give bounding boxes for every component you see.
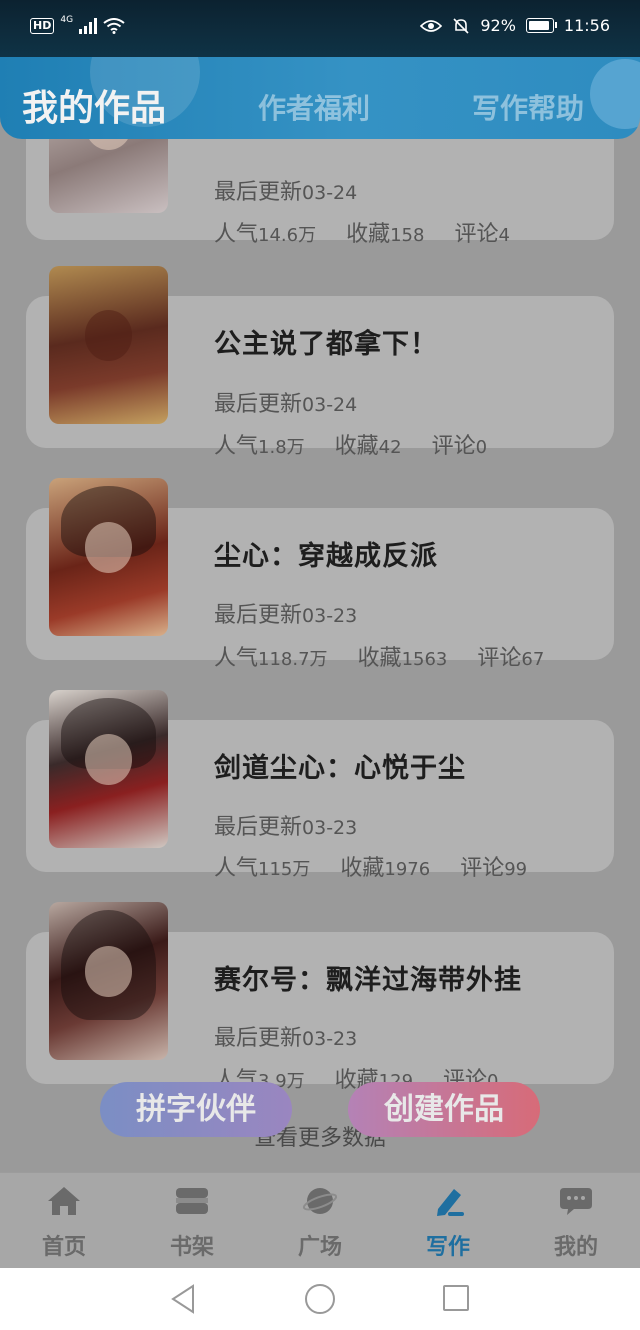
work-stats: 人气14.6万 收藏158 评论4 xyxy=(214,222,510,247)
last-update: 最后更新03-23 xyxy=(214,815,358,840)
work-title[interactable]: 剑道尘心：心悦于尘 xyxy=(214,746,466,785)
chat-bubble-icon xyxy=(560,1188,592,1215)
hd-badge: HD xyxy=(30,18,55,34)
work-stats: 人气115万 收藏1976 评论99 xyxy=(214,856,528,881)
view-more-data-link[interactable]: 查看更多数据 xyxy=(0,1120,640,1152)
clock: 11:56 xyxy=(563,16,610,35)
work-title[interactable]: 公主说了都拿下！ xyxy=(214,322,438,361)
last-update: 最后更新03-23 xyxy=(214,1026,358,1051)
system-nav-bar xyxy=(0,1268,640,1330)
partner-button[interactable]: 拼字伙伴 xyxy=(100,1082,292,1137)
eye-comfort-icon xyxy=(420,19,443,32)
work-cover-image[interactable] xyxy=(49,902,168,1060)
signal-icon xyxy=(79,18,98,34)
work-cover-image[interactable] xyxy=(49,266,168,424)
home-circle-icon[interactable] xyxy=(305,1284,335,1314)
nav-plaza[interactable]: 广场 xyxy=(256,1173,384,1269)
work-cover-image[interactable] xyxy=(49,478,168,636)
tab-author-benefits[interactable]: 作者福利 xyxy=(258,87,370,127)
recent-apps-icon[interactable] xyxy=(443,1285,469,1311)
planet-icon xyxy=(302,1188,338,1214)
create-work-button[interactable]: 创建作品 xyxy=(348,1082,540,1137)
battery-icon xyxy=(525,18,557,33)
tab-writing-help[interactable]: 写作帮助 xyxy=(472,87,584,127)
nav-writing[interactable]: 写作 xyxy=(384,1173,512,1269)
last-update: 最后更新03-23 xyxy=(214,603,358,628)
mute-bell-icon xyxy=(453,17,469,34)
bottom-nav: 首页 书架 广场 写作 我的 xyxy=(0,1172,640,1269)
tab-my-works[interactable]: 我的作品 xyxy=(22,79,166,131)
battery-percent: 92% xyxy=(480,16,516,35)
nav-mine[interactable]: 我的 xyxy=(512,1173,640,1269)
work-cover-image[interactable] xyxy=(49,690,168,848)
last-update: 最后更新03-24 xyxy=(214,180,358,205)
wifi-icon xyxy=(103,18,125,34)
home-icon xyxy=(48,1187,80,1215)
status-bar: HD 4G 92% 11:56 xyxy=(0,0,640,58)
nav-home[interactable]: 首页 xyxy=(0,1173,128,1269)
work-title[interactable]: 赛尔号：飘洋过海带外挂 xyxy=(214,958,522,997)
bookshelf-icon xyxy=(176,1188,208,1214)
pen-icon xyxy=(437,1189,464,1216)
header-tabs: 我的作品 作者福利 写作帮助 xyxy=(0,57,640,139)
work-stats: 人气118.7万 收藏1563 评论67 xyxy=(214,646,545,671)
last-update: 最后更新03-24 xyxy=(214,392,358,417)
work-title[interactable]: 尘心：穿越成反派 xyxy=(214,534,438,573)
work-stats: 人气1.8万 收藏42 评论0 xyxy=(214,434,488,459)
back-icon[interactable] xyxy=(170,1284,196,1314)
nav-bookshelf[interactable]: 书架 xyxy=(128,1173,256,1269)
network-type: 4G xyxy=(60,15,74,25)
